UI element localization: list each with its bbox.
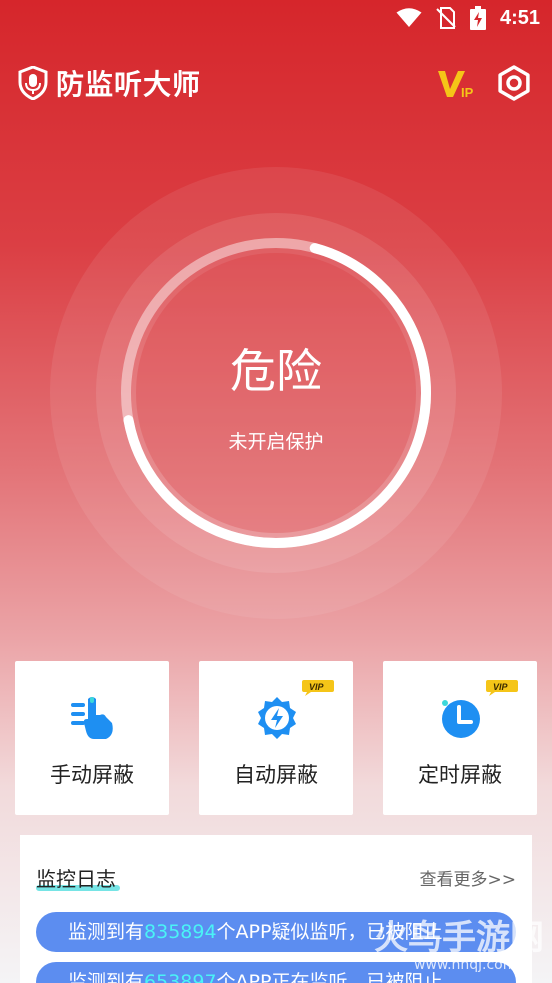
log-item-count: 835894 bbox=[144, 921, 217, 943]
protection-dial[interactable]: 危险 未开启保护 bbox=[48, 165, 504, 621]
auto-block-label: 自动屏蔽 bbox=[234, 763, 318, 787]
protection-status: 危险 bbox=[230, 344, 322, 398]
auto-shield-icon bbox=[258, 697, 296, 739]
log-item-count: 653897 bbox=[144, 971, 217, 983]
auto-block-card[interactable]: VIP 自动屏蔽 bbox=[199, 661, 353, 815]
manual-block-card[interactable]: 手动屏蔽 bbox=[15, 661, 169, 815]
vip-badge-icon: VIP bbox=[302, 680, 334, 696]
scheduled-block-card[interactable]: VIP 定时屏蔽 bbox=[383, 661, 537, 815]
status-bar: 4:51 bbox=[0, 0, 552, 40]
svg-text:IP: IP bbox=[461, 85, 474, 100]
svg-text:VIP: VIP bbox=[493, 682, 509, 692]
svg-text:VIP: VIP bbox=[309, 682, 325, 692]
vip-badge-icon: VIP bbox=[486, 680, 518, 696]
status-time: 4:51 bbox=[499, 6, 540, 29]
wifi-icon bbox=[396, 8, 422, 27]
vip-icon[interactable]: IP bbox=[436, 65, 476, 101]
watermark: 火鸟手游网 www.hnqj.com bbox=[374, 918, 544, 973]
hand-tap-icon bbox=[71, 697, 113, 739]
clock-icon bbox=[442, 700, 480, 738]
app-header: 防监听大师 IP bbox=[18, 55, 534, 111]
shield-mic-logo-icon bbox=[18, 66, 48, 100]
watermark-url: www.hnqj.com bbox=[414, 957, 516, 973]
settings-gear-icon[interactable] bbox=[496, 65, 532, 101]
log-item-prefix: 监测到有 bbox=[68, 921, 145, 943]
battery-charging-icon bbox=[469, 6, 486, 30]
manual-block-label: 手动屏蔽 bbox=[50, 763, 134, 787]
app-title: 防监听大师 bbox=[56, 68, 202, 101]
status-icons: 4:51 bbox=[396, 6, 540, 30]
no-sim-icon bbox=[436, 7, 456, 29]
feature-cards: 手动屏蔽 VIP 自动屏蔽 VIP 定时屏蔽 bbox=[15, 661, 537, 817]
log-item-prefix: 监测到有 bbox=[68, 971, 145, 983]
log-title: 监控日志 bbox=[36, 867, 116, 891]
view-more-link[interactable]: 查看更多>> bbox=[420, 865, 517, 890]
watermark-text: 火鸟手游网 bbox=[374, 918, 544, 958]
scheduled-block-label: 定时屏蔽 bbox=[418, 763, 502, 787]
protection-subtitle: 未开启保护 bbox=[228, 431, 324, 453]
